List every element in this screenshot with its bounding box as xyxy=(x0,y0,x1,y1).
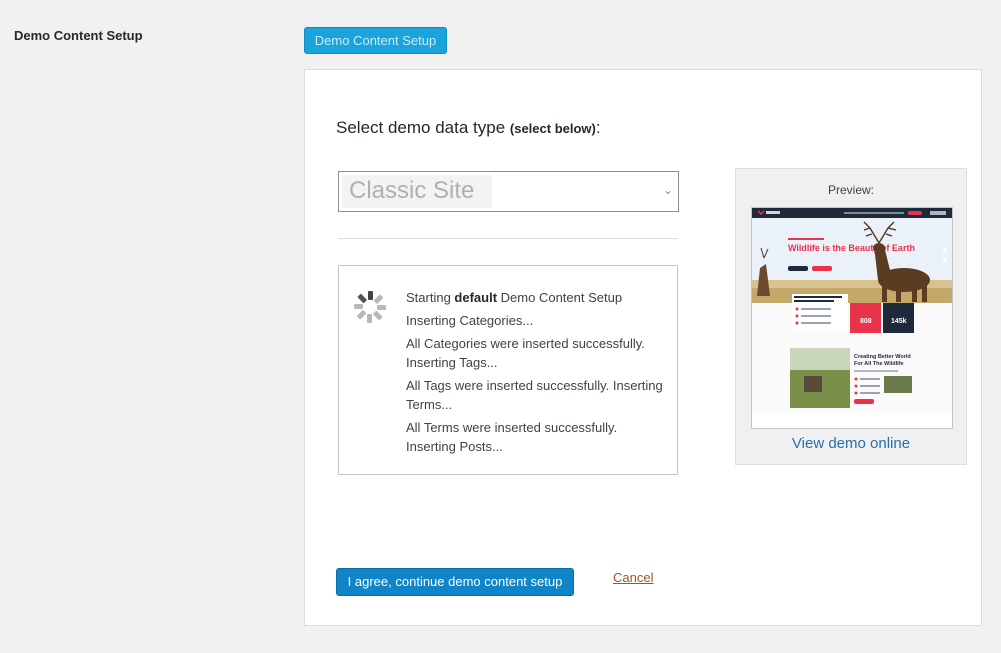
log-line: All Categories were inserted successfull… xyxy=(406,336,645,370)
log-text: Demo Content Setup xyxy=(497,290,623,305)
loading-spinner-icon xyxy=(354,291,386,323)
preview-box: Preview: Wildlife is the Beauty of Earth xyxy=(735,168,967,465)
preview-thumbnail[interactable]: Wildlife is the Beauty of Earth 808 145k… xyxy=(751,207,953,429)
demo-content-setup-button[interactable]: Demo Content Setup xyxy=(304,27,447,54)
log-line: Inserting Categories... xyxy=(406,313,534,328)
demo-type-select[interactable]: Classic Site ⌄ xyxy=(338,171,679,212)
log-lines: Starting default Demo Content Setup Inse… xyxy=(406,288,668,460)
cancel-link[interactable]: Cancel xyxy=(613,570,653,585)
thumb-stat-2: 145k xyxy=(891,318,907,325)
divider xyxy=(338,238,678,239)
demo-screenshot-image: Wildlife is the Beauty of Earth 808 145k… xyxy=(752,208,952,428)
select-fade xyxy=(492,175,672,208)
chevron-down-icon: ⌄ xyxy=(662,183,673,197)
row-label: Demo Content Setup xyxy=(14,28,143,43)
heading-main: Select demo data type xyxy=(336,118,510,137)
heading-colon: : xyxy=(595,118,601,137)
heading-sub: (select below) xyxy=(509,121,596,136)
select-heading: Select demo data type (select below): xyxy=(336,118,601,138)
select-value: Classic Site xyxy=(349,177,475,204)
thumb-stat-1: 808 xyxy=(860,318,872,325)
view-demo-link[interactable]: View demo online xyxy=(736,435,966,452)
thumb-hero-title: Wildlife is the Beauty of Earth xyxy=(788,243,915,253)
log-line: Starting default Demo Content Setup xyxy=(406,288,668,307)
agree-continue-button[interactable]: I agree, continue demo content setup xyxy=(336,568,574,596)
progress-log: Starting default Demo Content Setup Inse… xyxy=(338,265,678,475)
thumb-section-title: Creating Better World For All The Wildli… xyxy=(854,354,912,367)
log-line: All Terms were inserted successfully. In… xyxy=(406,420,618,454)
log-text: Starting xyxy=(406,290,455,305)
preview-label: Preview: xyxy=(827,183,874,197)
setup-panel: Select demo data type (select below): Cl… xyxy=(304,69,982,626)
log-bold: default xyxy=(454,290,498,305)
log-line: All Tags were inserted successfully. Ins… xyxy=(406,378,663,412)
